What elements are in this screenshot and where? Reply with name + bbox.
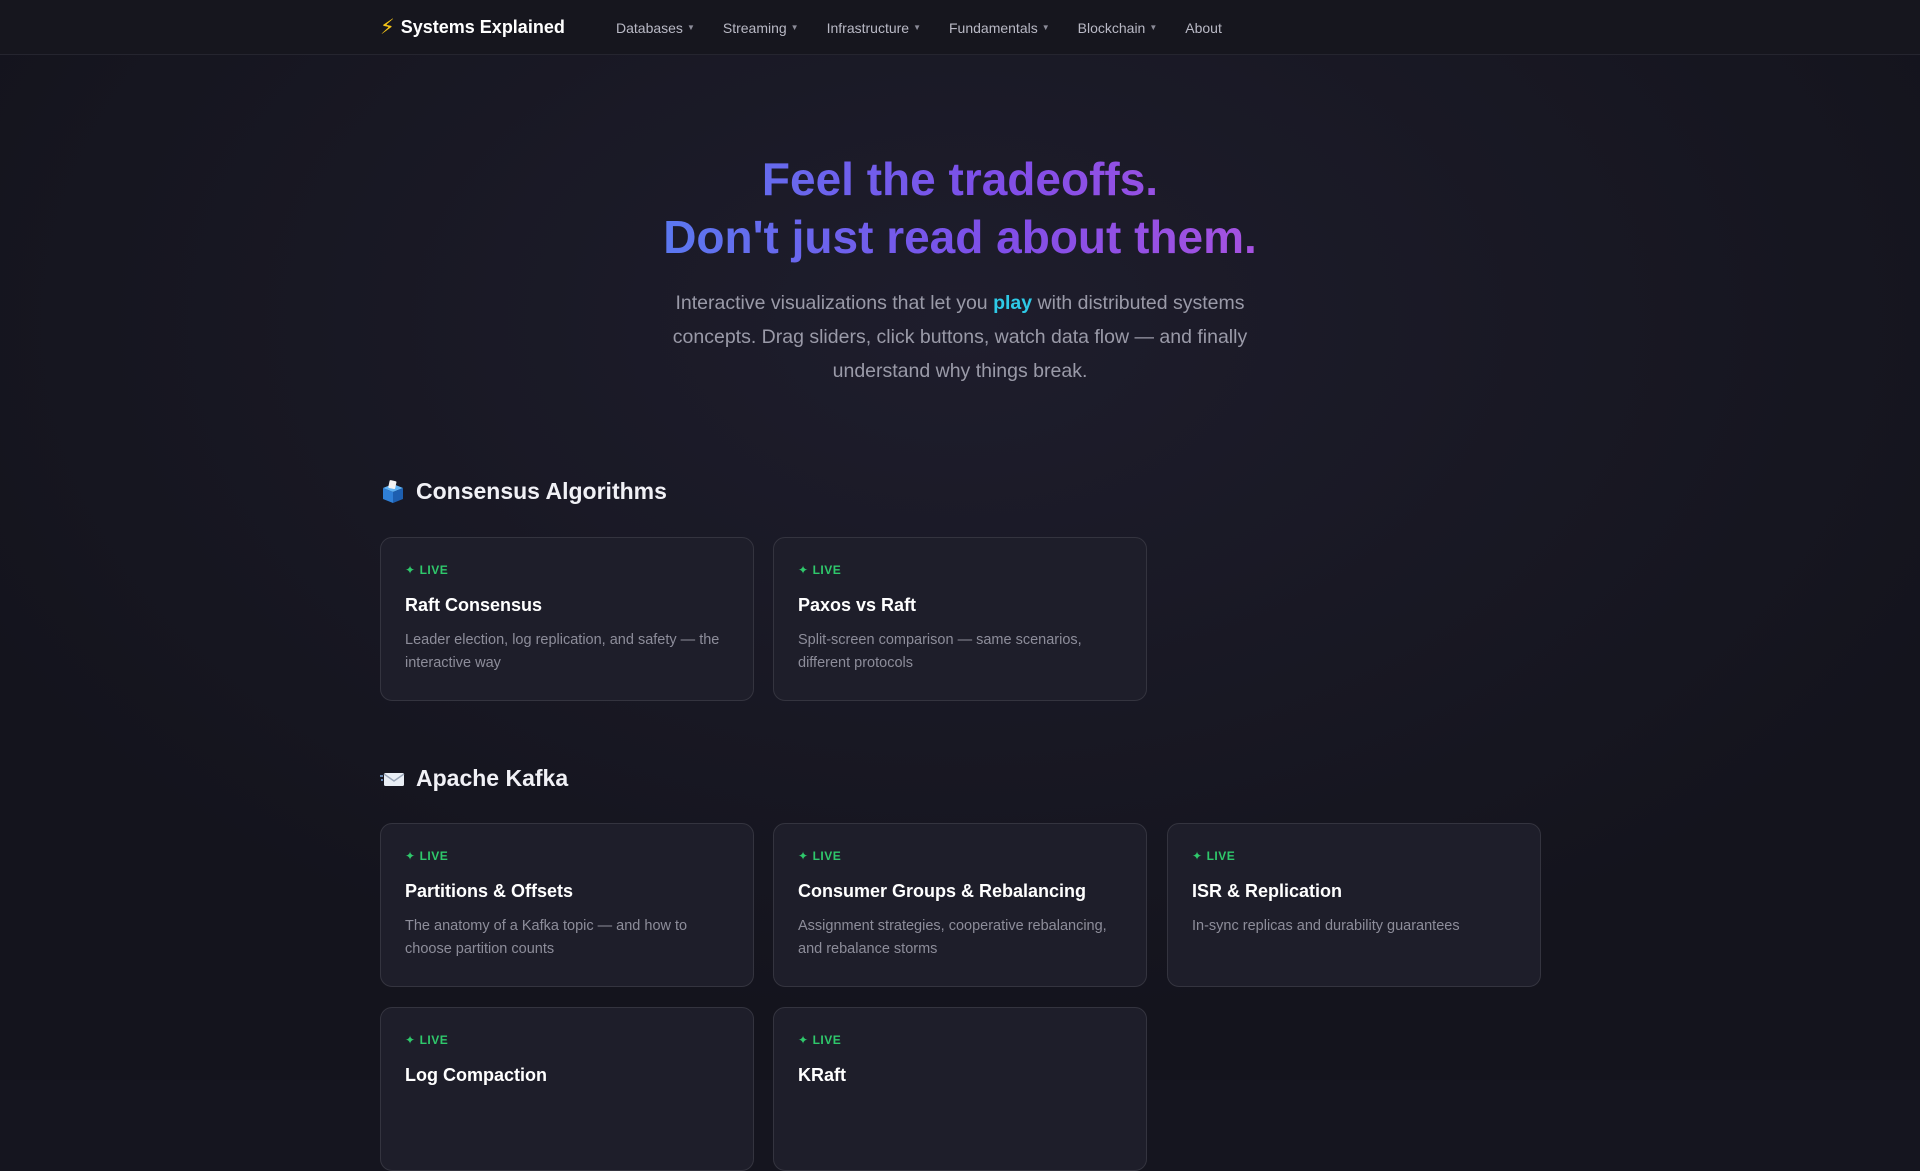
card-title: Consumer Groups & Rebalancing <box>798 881 1087 901</box>
nav-item-databases[interactable]: Databases ▼ <box>616 20 695 36</box>
card-title: ISR & Replication <box>1192 881 1343 901</box>
live-badge-label: LIVE <box>419 849 449 863</box>
envelope-icon <box>380 772 405 786</box>
brand-logo-link[interactable]: ⚡ Systems Explained <box>380 0 565 55</box>
hero-title-line-1: Feel the tradeoffs. <box>761 153 1159 205</box>
card-consumer-groups[interactable]: ✦ LIVE Consumer Groups & Rebalancing Ass… <box>773 823 1147 987</box>
nav-label: Fundamentals <box>949 19 1038 36</box>
card-description: Leader election, log replication, and sa… <box>405 632 720 671</box>
card-raft-consensus[interactable]: ✦ LIVE Raft Consensus Leader election, l… <box>380 537 754 701</box>
card-isr-replication[interactable]: ✦ LIVE ISR & Replication In-sync replica… <box>1167 823 1541 987</box>
hero-subtitle: Interactive visualizations that let you … <box>650 286 1270 388</box>
caret-down-icon: ▼ <box>1041 23 1050 32</box>
caret-down-icon: ▼ <box>686 23 695 32</box>
section-heading-kafka: Apache Kafka <box>380 765 568 792</box>
nav-item-blockchain[interactable]: Blockchain ▼ <box>1078 20 1158 36</box>
live-badge-label: LIVE <box>419 1033 449 1047</box>
live-badge: ✦ LIVE <box>405 849 729 863</box>
main-nav: Databases ▼ Streaming ▼ Infrastructure ▼… <box>616 0 1250 55</box>
sparkle-icon: ✦ <box>798 563 809 577</box>
card-title: KRaft <box>798 1065 846 1085</box>
card-description: Assignment strategies, cooperative rebal… <box>798 918 1107 957</box>
card-title: Partitions & Offsets <box>405 881 574 901</box>
card-title: Raft Consensus <box>405 595 543 615</box>
card-title: Log Compaction <box>405 1065 547 1085</box>
sparkle-icon: ✦ <box>405 563 416 577</box>
nav-label: Blockchain <box>1077 19 1146 36</box>
card-paxos-vs-raft[interactable]: ✦ LIVE Paxos vs Raft Split-screen compar… <box>773 537 1147 701</box>
live-badge-label: LIVE <box>1206 849 1236 863</box>
lightning-bolt-icon: ⚡ <box>380 16 395 39</box>
caret-down-icon: ▼ <box>1149 23 1158 32</box>
top-nav-bar: ⚡ Systems Explained Databases ▼ Streamin… <box>0 0 1920 55</box>
sparkle-icon: ✦ <box>405 1033 416 1047</box>
sparkle-icon: ✦ <box>405 849 416 863</box>
hero-section: Feel the tradeoffs. Don't just read abou… <box>0 150 1920 388</box>
nav-item-fundamentals[interactable]: Fundamentals ▼ <box>949 20 1050 36</box>
hero-subtitle-text: Interactive visualizations that let you <box>675 292 994 314</box>
live-badge: ✦ LIVE <box>798 849 1122 863</box>
hero-title-line-2: Don't just read about them. <box>663 211 1257 263</box>
section-title: Apache Kafka <box>416 765 569 791</box>
live-badge: ✦ LIVE <box>405 563 729 577</box>
live-badge-label: LIVE <box>812 563 842 577</box>
live-badge: ✦ LIVE <box>1192 849 1516 863</box>
nav-label: Databases <box>616 19 683 36</box>
nav-item-infrastructure[interactable]: Infrastructure ▼ <box>827 20 921 36</box>
sparkle-icon: ✦ <box>798 849 809 863</box>
nav-label: About <box>1185 19 1222 36</box>
hero-subtitle-highlight: play <box>993 292 1033 314</box>
live-badge-label: LIVE <box>812 849 842 863</box>
nav-label: Infrastructure <box>826 19 910 36</box>
nav-item-streaming[interactable]: Streaming ▼ <box>723 20 799 36</box>
card-description: In-sync replicas and durability guarante… <box>1192 918 1460 934</box>
live-badge-label: LIVE <box>812 1033 842 1047</box>
live-badge-label: LIVE <box>419 563 449 577</box>
sparkle-icon: ✦ <box>798 1033 809 1047</box>
card-partitions-offsets[interactable]: ✦ LIVE Partitions & Offsets The anatomy … <box>380 823 754 987</box>
sparkle-icon: ✦ <box>1192 849 1203 863</box>
nav-label: Streaming <box>722 19 787 36</box>
section-heading-consensus: Consensus Algorithms <box>380 478 667 505</box>
section-title: Consensus Algorithms <box>416 478 667 504</box>
brand-name: Systems Explained <box>400 17 565 37</box>
card-title: Paxos vs Raft <box>798 595 917 615</box>
live-badge: ✦ LIVE <box>798 563 1122 577</box>
card-log-compaction[interactable]: ✦ LIVE Log Compaction <box>380 1007 754 1171</box>
card-kraft[interactable]: ✦ LIVE KRaft <box>773 1007 1147 1171</box>
nav-item-about[interactable]: About <box>1185 20 1222 36</box>
live-badge: ✦ LIVE <box>405 1033 729 1047</box>
caret-down-icon: ▼ <box>790 23 799 32</box>
card-description: Split-screen comparison — same scenarios… <box>798 632 1082 671</box>
live-badge: ✦ LIVE <box>798 1033 1122 1047</box>
hero-title: Feel the tradeoffs. Don't just read abou… <box>663 150 1257 266</box>
caret-down-icon: ▼ <box>913 23 921 32</box>
ballot-box-icon <box>383 479 403 503</box>
card-description: The anatomy of a Kafka topic — and how t… <box>405 918 688 957</box>
